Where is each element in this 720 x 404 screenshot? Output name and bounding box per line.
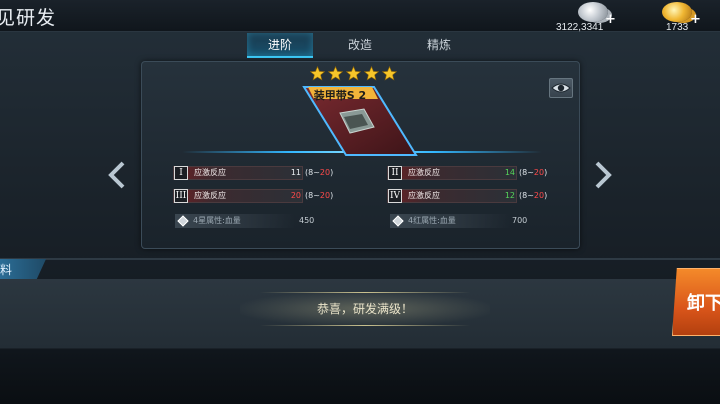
stat-row: III 应激反应 20 (8~20) <box>173 189 335 203</box>
star-icon <box>345 65 362 81</box>
stat-value: 14 <box>504 168 515 177</box>
top-bar: 见研发 + 3122,3341 + 1733 <box>0 0 720 33</box>
tab-refine[interactable]: 精炼 <box>406 33 472 58</box>
stat-value: 12 <box>504 191 515 200</box>
add-silver-plus-icon[interactable]: + <box>605 12 616 27</box>
star-icon <box>309 65 326 81</box>
chevron-left-icon <box>108 161 125 189</box>
page-title: 见研发 <box>0 7 57 29</box>
divider <box>0 258 720 260</box>
stat-range: (8~20) <box>519 191 548 200</box>
stat-slot-badge: III <box>174 189 188 203</box>
tab-materials[interactable]: 料 <box>0 259 46 279</box>
stat-range: (8~20) <box>305 191 334 200</box>
star-icon <box>363 65 380 81</box>
stat-range: (8~20) <box>305 168 334 177</box>
tab-modify[interactable]: 改造 <box>327 33 393 58</box>
star-icon <box>327 65 344 81</box>
attribute-row: 4星属性:血量 450 <box>175 214 355 228</box>
attribute-value: 450 <box>299 216 315 225</box>
silver-coins-icon <box>578 2 608 22</box>
unequip-button[interactable]: 卸下 <box>672 268 720 336</box>
stat-row: II 应激反应 14 (8~20) <box>387 166 549 180</box>
unequip-label: 卸下 <box>687 293 720 314</box>
stat-slot-badge: II <box>388 166 402 180</box>
attribute-name: 4红属性:血量 <box>408 216 456 225</box>
silver-currency[interactable]: + 3122,3341 <box>556 2 636 33</box>
tab-materials-label: 料 <box>0 263 13 277</box>
stat-name: 应激反应 <box>408 168 440 177</box>
add-gold-plus-icon[interactable]: + <box>690 12 701 27</box>
star-icon <box>381 65 398 81</box>
attribute-value: 700 <box>512 216 528 225</box>
next-arrow-button[interactable] <box>592 160 614 190</box>
stat-row: I 应激反应 11 (8~20) <box>173 166 335 180</box>
star-rating <box>309 65 400 82</box>
gold-coins-icon <box>662 2 692 22</box>
silver-amount: 3122,3341 <box>556 22 604 33</box>
attribute-name: 4星属性:血量 <box>193 216 241 225</box>
stat-name: 应激反应 <box>194 191 226 200</box>
stat-value: 20 <box>290 191 301 200</box>
previous-arrow-button[interactable] <box>106 160 128 190</box>
item-name: 装甲带S 2 <box>313 89 367 102</box>
attribute-row: 4红属性:血量 700 <box>390 214 570 228</box>
gold-amount: 1733 <box>666 22 689 33</box>
bottom-bar <box>0 350 720 404</box>
tab-advance[interactable]: 进阶 <box>247 33 313 58</box>
stat-range: (8~20) <box>519 168 548 177</box>
stat-name: 应激反应 <box>408 191 440 200</box>
stat-slot-badge: I <box>174 166 188 180</box>
preview-eye-button[interactable] <box>549 78 573 98</box>
stat-slot-badge: IV <box>388 189 402 203</box>
stat-name: 应激反应 <box>194 168 226 177</box>
tab-bar: 进阶 改造 精炼 <box>180 33 510 58</box>
max-level-message: 恭喜，研发满级！ <box>316 302 413 316</box>
equipment-panel: 装甲带S 2 I 应激反应 11 (8~20) II 应激反应 14 (8~20… <box>141 61 580 249</box>
stat-value: 11 <box>290 168 301 177</box>
stat-row: IV 应激反应 12 (8~20) <box>387 189 549 203</box>
chevron-right-icon <box>595 161 612 189</box>
gold-currency[interactable]: + 1733 <box>656 2 720 33</box>
eye-icon <box>551 83 571 93</box>
